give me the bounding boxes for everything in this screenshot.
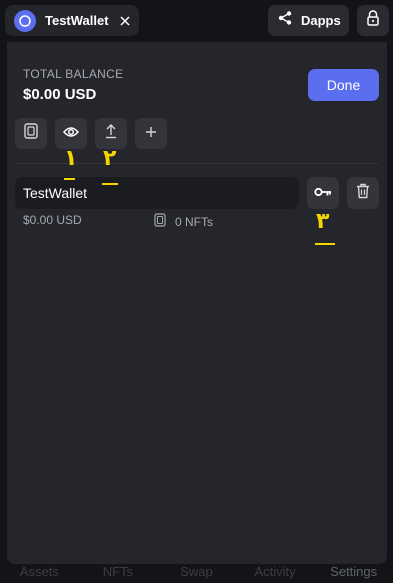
lock-icon bbox=[366, 10, 380, 31]
eye-icon bbox=[63, 125, 79, 143]
total-balance-label: TOTAL BALANCE bbox=[23, 67, 124, 81]
annotation-underline-2 bbox=[102, 183, 118, 185]
done-button[interactable]: Done bbox=[308, 69, 379, 101]
wallet-name-input[interactable]: TestWallet bbox=[15, 177, 299, 209]
top-bar: TestWallet Dapps bbox=[0, 0, 393, 42]
wallet-settings-panel: TOTAL BALANCE $0.00 USD Done TestWallet … bbox=[7, 42, 387, 564]
upload-icon bbox=[104, 123, 118, 144]
nft-card-icon bbox=[154, 213, 166, 230]
wallet-avatar-icon bbox=[14, 9, 36, 32]
annotation-number-3: ۳ bbox=[316, 209, 330, 234]
wallet-tab[interactable]: TestWallet bbox=[5, 5, 139, 36]
plus-icon bbox=[145, 125, 157, 143]
nft-button[interactable] bbox=[15, 118, 47, 149]
bottom-nav: Assets NFTs Swap Activity Settings bbox=[0, 560, 393, 583]
nft-count: 0 NFTs bbox=[175, 214, 214, 229]
add-wallet-button[interactable] bbox=[135, 118, 167, 149]
annotation-number-1: ۱ bbox=[64, 146, 78, 171]
show-hide-balance-button[interactable] bbox=[55, 118, 87, 149]
trash-icon bbox=[356, 183, 370, 204]
wallet-nft-info: 0 NFTs bbox=[154, 213, 213, 230]
lock-button[interactable] bbox=[357, 5, 389, 36]
key-icon bbox=[314, 184, 332, 202]
nav-activity[interactable]: Activity bbox=[236, 560, 315, 583]
nft-card-icon bbox=[24, 123, 38, 144]
dapps-label: Dapps bbox=[301, 13, 341, 28]
delete-wallet-button[interactable] bbox=[347, 177, 379, 209]
dapps-button[interactable]: Dapps bbox=[268, 5, 349, 36]
annotation-underline-3 bbox=[315, 243, 335, 245]
total-balance-value: $0.00 USD bbox=[23, 86, 97, 103]
wallet-balance: $0.00 USD bbox=[23, 213, 82, 227]
wallet-tab-label: TestWallet bbox=[45, 13, 109, 28]
nav-nfts[interactable]: NFTs bbox=[79, 560, 158, 583]
close-icon[interactable] bbox=[118, 14, 132, 28]
annotation-underline-1 bbox=[64, 178, 75, 180]
nav-assets[interactable]: Assets bbox=[0, 560, 79, 583]
private-key-button[interactable] bbox=[307, 177, 339, 209]
share-icon bbox=[277, 10, 293, 31]
wallet-action-row bbox=[15, 118, 175, 149]
export-button[interactable] bbox=[95, 118, 127, 149]
nav-settings[interactable]: Settings bbox=[314, 560, 393, 583]
nav-swap[interactable]: Swap bbox=[157, 560, 236, 583]
annotation-number-2: ۲ bbox=[103, 146, 117, 171]
